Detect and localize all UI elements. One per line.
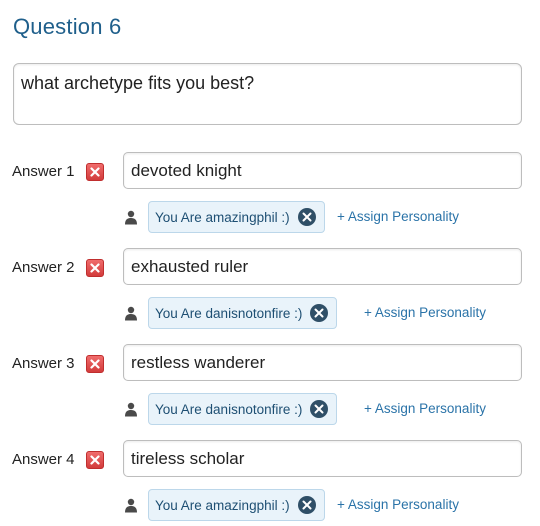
close-square-icon [90,455,100,465]
answer-input[interactable]: devoted knight [123,152,522,189]
answer-value: tireless scholar [131,449,245,468]
question-title: Question 6 [13,14,122,39]
assign-personality-link[interactable]: + Assign Personality [364,305,486,320]
answer-value: exhausted ruler [131,257,249,276]
close-square-icon [90,359,100,369]
remove-personality-button[interactable] [310,304,329,322]
personality-chip-label: You Are amazingphil :) [155,497,290,513]
personality-chip-label: You Are amazingphil :) [155,209,290,225]
close-circle-icon [314,404,324,414]
answer-label: Answer 3 [12,355,75,372]
question-text-value: what archetype fits you best? [21,73,255,93]
personality-row-2: You Are danisnotonfire :) + Assign Perso… [0,297,540,331]
delete-answer-button[interactable] [86,163,104,181]
question-editor: Question 6 what archetype fits you best?… [0,0,540,526]
delete-answer-button[interactable] [86,259,104,277]
personality-chip-label: You Are danisnotonfire :) [155,401,303,417]
personality-row-4: You Are amazingphil :) + Assign Personal… [0,489,540,523]
question-text-field[interactable]: what archetype fits you best? [13,63,522,125]
answer-row-3: Answer 3 restless wanderer [0,344,540,384]
assign-personality-link[interactable]: + Assign Personality [364,401,486,416]
delete-answer-button[interactable] [86,451,104,469]
person-icon [125,210,137,225]
answer-input[interactable]: restless wanderer [123,344,522,381]
answer-input[interactable]: tireless scholar [123,440,522,477]
remove-personality-button[interactable] [297,208,316,226]
close-circle-icon [302,500,312,510]
close-square-icon [90,263,100,273]
personality-row-3: You Are danisnotonfire :) + Assign Perso… [0,393,540,427]
close-circle-icon [302,212,312,222]
answer-value: devoted knight [131,161,242,180]
close-circle-icon [314,308,324,318]
personality-row-1: You Are amazingphil :) + Assign Personal… [0,201,540,235]
person-icon [125,498,137,513]
person-icon [125,402,137,417]
close-square-icon [90,167,100,177]
personality-chip-label: You Are danisnotonfire :) [155,305,303,321]
answer-input[interactable]: exhausted ruler [123,248,522,285]
remove-personality-button[interactable] [297,496,316,514]
answer-value: restless wanderer [131,353,266,372]
answer-row-1: Answer 1 devoted knight [0,152,540,192]
assign-personality-link[interactable]: + Assign Personality [337,497,459,512]
assign-personality-link[interactable]: + Assign Personality [337,209,459,224]
answer-label: Answer 2 [12,259,75,276]
personality-chip: You Are danisnotonfire :) [148,393,338,425]
answer-row-4: Answer 4 tireless scholar [0,440,540,480]
personality-chip: You Are amazingphil :) [148,201,325,233]
remove-personality-button[interactable] [310,400,329,418]
person-icon [125,306,137,321]
personality-chip: You Are amazingphil :) [148,489,325,521]
answer-row-2: Answer 2 exhausted ruler [0,248,540,288]
personality-chip: You Are danisnotonfire :) [148,297,338,329]
delete-answer-button[interactable] [86,355,104,373]
answer-label: Answer 1 [12,163,75,180]
answer-label: Answer 4 [12,451,75,468]
